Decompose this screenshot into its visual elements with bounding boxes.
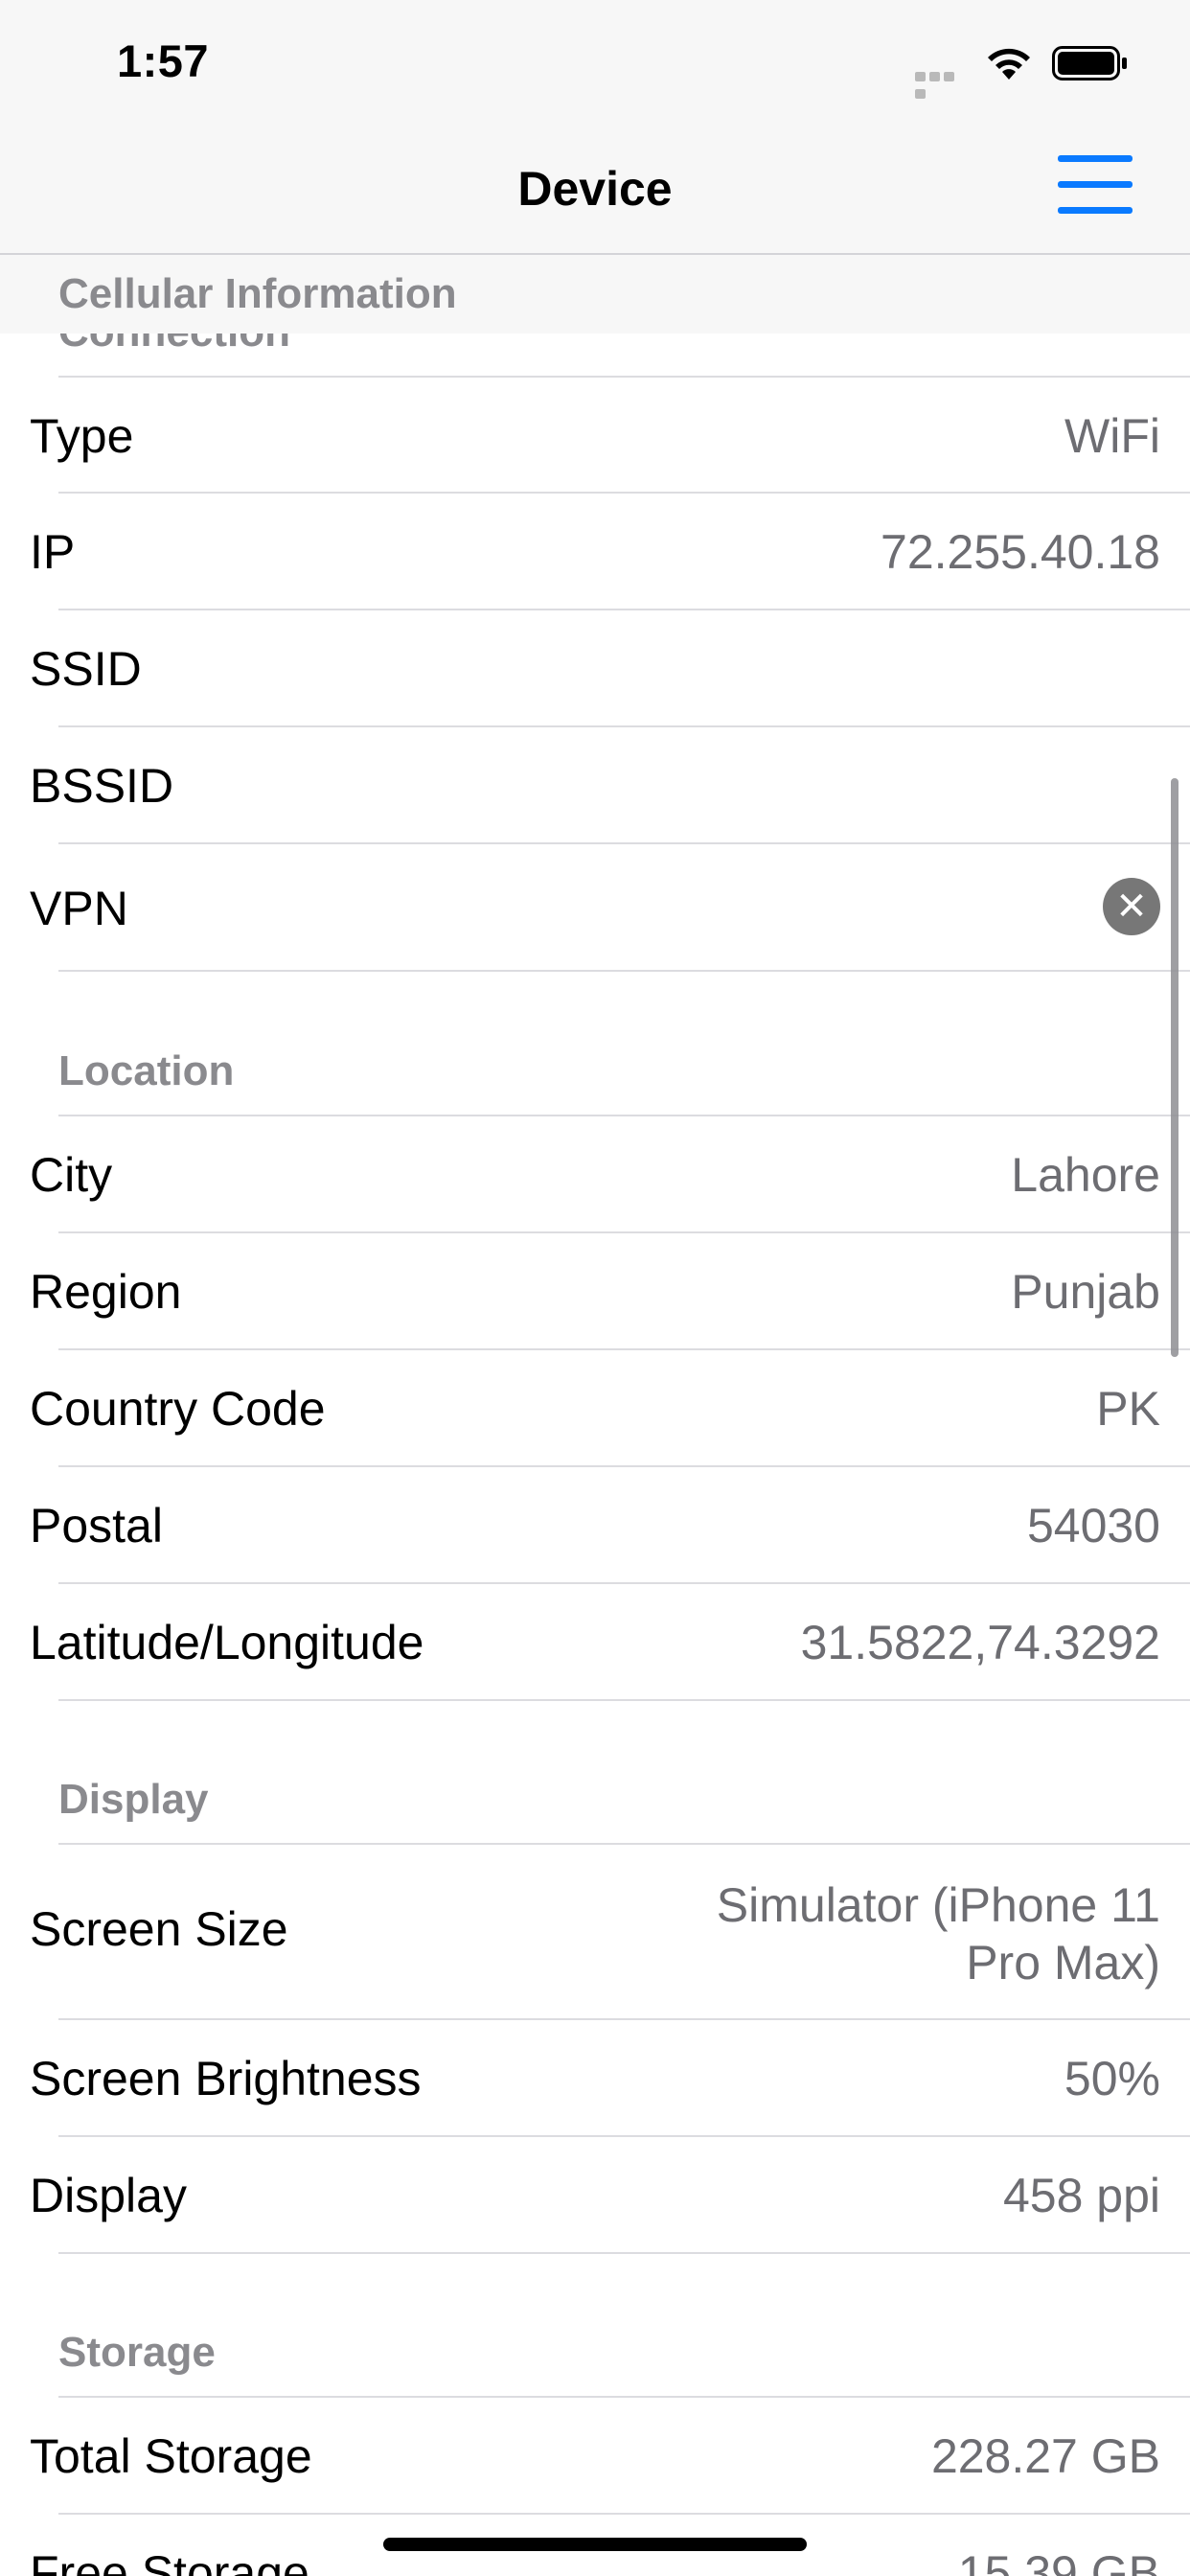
row-value: PK — [1096, 1382, 1160, 1436]
row-separator — [58, 2252, 1190, 2254]
page-title: Device — [517, 162, 673, 216]
row-postal[interactable]: Postal 54030 — [0, 1467, 1190, 1582]
row-separator — [58, 1699, 1190, 1701]
row-value-line2: Pro Max) — [966, 1936, 1160, 1990]
row-separator — [58, 970, 1190, 972]
row-type[interactable]: Type WiFi — [0, 378, 1190, 493]
row-label: Postal — [30, 1499, 163, 1552]
nav-divider — [0, 253, 1190, 255]
vertical-scrollbar[interactable] — [1171, 778, 1179, 1357]
row-screen-size[interactable]: Screen Size Simulator (iPhone 11 Pro Max… — [0, 1845, 1190, 2017]
row-label: Region — [30, 1265, 182, 1319]
row-label: Type — [30, 409, 134, 463]
row-value: 72.255.40.18 — [881, 525, 1160, 579]
row-value: WiFi — [1064, 409, 1160, 463]
row-vpn[interactable]: VPN ✕ — [0, 844, 1190, 970]
row-label: Country Code — [30, 1382, 326, 1436]
row-label: Free Storage — [30, 2546, 309, 2576]
row-city[interactable]: City Lahore — [0, 1116, 1190, 1231]
section-header-display: Display — [58, 1776, 209, 1823]
row-display[interactable]: Display 458 ppi — [0, 2137, 1190, 2252]
row-region[interactable]: Region Punjab — [0, 1233, 1190, 1348]
row-value: 458 ppi — [1002, 2169, 1160, 2222]
row-label: VPN — [30, 882, 128, 935]
navigation-bar: 1:57 Device — [0, 0, 1190, 253]
row-value: 228.27 GB — [930, 2429, 1160, 2483]
wifi-icon — [988, 48, 1030, 80]
row-value: Punjab — [1011, 1265, 1160, 1319]
close-icon: ✕ — [1103, 878, 1160, 935]
row-label: Latitude/Longitude — [30, 1616, 424, 1669]
row-label: IP — [30, 525, 76, 579]
home-indicator[interactable] — [383, 2538, 807, 2551]
row-bssid[interactable]: BSSID — [0, 727, 1190, 842]
row-ip[interactable]: IP 72.255.40.18 — [0, 494, 1190, 609]
section-header-storage: Storage — [58, 2329, 216, 2376]
row-latitude-longitude[interactable]: Latitude/Longitude 31.5822,74.3292 — [0, 1584, 1190, 1699]
menu-icon — [1058, 155, 1133, 162]
cellular-signal-icon — [915, 69, 971, 99]
row-label: Screen Brightness — [30, 2052, 422, 2105]
section-header-location: Location — [58, 1047, 235, 1094]
sticky-header-label: Cellular Information — [58, 270, 457, 317]
row-label: Total Storage — [30, 2429, 312, 2483]
row-value: 15.39 GB — [957, 2546, 1160, 2576]
row-ssid[interactable]: SSID — [0, 610, 1190, 725]
row-value-line1: Simulator (iPhone 11 — [716, 1878, 1160, 1932]
row-total-storage[interactable]: Total Storage 228.27 GB — [0, 2398, 1190, 2513]
row-label: City — [30, 1148, 113, 1202]
row-label: Display — [30, 2169, 187, 2222]
status-time: 1:57 — [117, 35, 210, 86]
row-screen-brightness[interactable]: Screen Brightness 50% — [0, 2020, 1190, 2135]
section-header-sticky: Cellular Information — [0, 255, 1190, 334]
row-value: Lahore — [1011, 1148, 1160, 1202]
row-label: BSSID — [30, 759, 174, 813]
battery-icon — [1052, 46, 1127, 80]
row-value: 31.5822,74.3292 — [800, 1616, 1160, 1669]
row-label: SSID — [30, 642, 142, 696]
menu-button[interactable] — [1058, 155, 1133, 218]
row-label: Screen Size — [30, 1902, 288, 1956]
row-value: 50% — [1064, 2052, 1160, 2105]
row-country-code[interactable]: Country Code PK — [0, 1350, 1190, 1465]
row-value: 54030 — [1026, 1499, 1160, 1552]
